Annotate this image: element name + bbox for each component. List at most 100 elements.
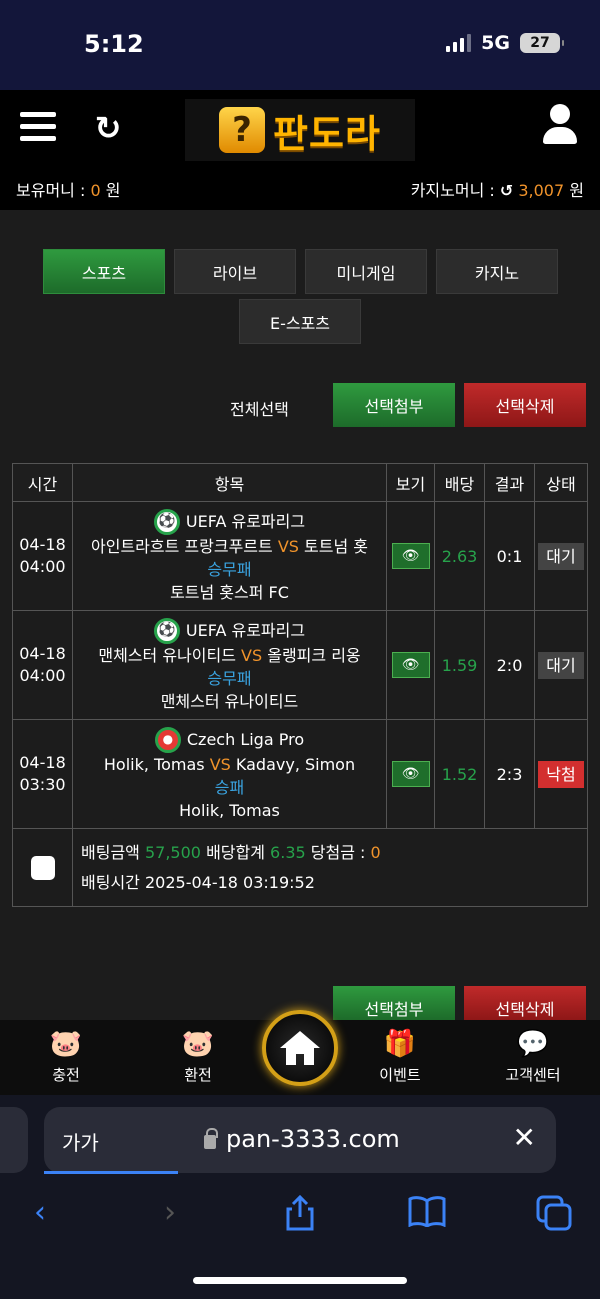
nav-event[interactable]: 🎁 이벤트 (350, 1028, 450, 1085)
vs-label: VS (241, 645, 263, 665)
odds-total-label: 배당합계 (206, 842, 265, 862)
vs-label: VS (277, 536, 299, 556)
table-row: 04-18 03:30 ● Czech Liga Pro Holik, Tomas … (12, 719, 588, 829)
eye-icon[interactable]: 👁 (391, 543, 430, 569)
bet-time: 04-18 03:30 (12, 719, 73, 829)
view-cell: 👁 (386, 501, 435, 611)
signal-icon (446, 34, 472, 52)
tab-esports[interactable]: E-스포츠 (239, 299, 361, 344)
status-cell: 대기 (534, 501, 588, 611)
bet-time-label: 배팅시간 (81, 872, 140, 892)
bet-amount-label: 배팅금액 (81, 842, 140, 862)
refresh-icon[interactable]: ↻ (90, 110, 126, 146)
lock-icon (204, 1128, 218, 1149)
odds-value: 1.59 (434, 610, 485, 720)
network-type: 5G (481, 32, 510, 54)
nav-exchange-label: 환전 (184, 1066, 212, 1084)
bet-date: 04-18 (19, 535, 66, 554)
logo-text: 판도라 (273, 111, 381, 156)
balance: 보유머니 : 0 원 (16, 177, 120, 201)
nav-event-label: 이벤트 (379, 1066, 421, 1084)
home-team: 맨체스터 유나이티드 (98, 645, 236, 665)
site-logo[interactable]: ? 판도라 (185, 99, 415, 161)
hamburger-menu-icon[interactable] (20, 112, 56, 142)
bet-hour: 04:00 (19, 557, 66, 576)
status-cell: 낙첨 (534, 719, 588, 829)
balance-label: 보유머니 : (16, 181, 86, 200)
attach-selected-button[interactable]: 선택첨부 (333, 383, 455, 427)
casino-unit: 원 (569, 181, 584, 200)
delete-selected-button-bottom[interactable]: 선택삭제 (464, 986, 586, 1020)
nav-charge-label: 충전 (52, 1066, 80, 1084)
col-view: 보기 (386, 463, 435, 502)
nav-support[interactable]: 💬 고객센터 (483, 1028, 583, 1085)
home-indicator (193, 1277, 407, 1284)
delete-selected-button[interactable]: 선택삭제 (464, 383, 586, 427)
win-label: 당첨금 : (310, 842, 366, 862)
status-indicators: 5G 27 (446, 32, 564, 54)
select-all-label[interactable]: 전체선택 (230, 396, 289, 420)
eye-icon[interactable]: 👁 (391, 761, 430, 787)
nav-exchange[interactable]: 🐷 환전 (148, 1028, 248, 1085)
address-bar[interactable]: 가가 pan-3333.com ✕ (44, 1107, 556, 1173)
bet-summary: 배팅금액 57,500 배당합계 6.35 당첨금 : 0 배팅시간 2025-… (72, 828, 588, 907)
logo-question-icon: ? (219, 107, 266, 153)
forward-icon[interactable]: › (164, 1195, 176, 1230)
league-name: UEFA 유로파리그 (185, 621, 306, 640)
pick: 맨체스터 유나이티드 (160, 691, 299, 711)
back-icon[interactable]: ‹ (34, 1195, 46, 1230)
odds-value: 1.52 (434, 719, 485, 829)
share-icon[interactable] (284, 1194, 316, 1239)
home-button[interactable] (262, 1010, 338, 1086)
close-icon[interactable]: ✕ (513, 1121, 536, 1154)
match-info: ⚽ UEFA 유로파리그 아인트라흐트 프랑크푸르트 VS 토트넘 홋 승무패 토… (72, 501, 387, 611)
away-team: 올랭피크 리옹 (267, 645, 361, 665)
money-row: 보유머니 : 0 원 카지노머니 : ↺ 3,007 원 (0, 170, 600, 210)
match-info: ⚽ UEFA 유로파리그 맨체스터 유나이티드 VS 올랭피크 리옹 승무패 맨체… (72, 610, 387, 720)
away-team: Kadavy, Simon (235, 754, 356, 774)
main-content: 스포츠 라이브 미니게임 카지노 E-스포츠 전체선택 선택첨부 선택삭제 시간… (0, 210, 600, 1020)
league-name: UEFA 유로파리그 (185, 512, 306, 531)
tab-minigame[interactable]: 미니게임 (305, 249, 427, 294)
pick: Holik, Tomas (179, 800, 280, 820)
tabs-icon[interactable] (536, 1195, 572, 1239)
table-row: 04-18 04:00 ⚽ UEFA 유로파리그 맨체스터 유나이티드 VS 올랭피… (12, 610, 588, 720)
piggy-plus-icon: 🐷 (49, 1029, 83, 1059)
bet-time: 04-18 04:00 (12, 501, 73, 611)
bet-date: 04-18 (19, 753, 66, 772)
status-badge: 대기 (538, 542, 584, 570)
site-header: ↻ ? 판도라 (0, 90, 600, 170)
status-time: 5:12 (84, 30, 144, 58)
col-result: 결과 (484, 463, 535, 502)
chat-bubble-icon: 💬 (516, 1029, 550, 1059)
status-badge: 낙첨 (538, 760, 584, 788)
summary-row: 배팅금액 57,500 배당합계 6.35 당첨금 : 0 배팅시간 2025-… (12, 828, 588, 907)
select-checkbox[interactable] (30, 855, 55, 880)
bet-time: 04-18 04:00 (12, 610, 73, 720)
match-info: ● Czech Liga Pro Holik, Tomas VS Kadavy, … (72, 719, 387, 829)
tab-sports[interactable]: 스포츠 (43, 249, 165, 294)
text-size-button[interactable]: 가가 (62, 1127, 99, 1156)
casino-refresh-icon[interactable]: ↺ (500, 181, 513, 200)
odds-value: 2.63 (434, 501, 485, 611)
home-icon (280, 1031, 320, 1065)
table-header-row: 시간 항목 보기 배당 결과 상태 (12, 463, 588, 502)
tab-casino[interactable]: 카지노 (436, 249, 558, 294)
away-team: 토트넘 홋 (304, 536, 368, 556)
tab-live[interactable]: 라이브 (174, 249, 296, 294)
home-team: 아인트라흐트 프랑크푸르트 (91, 536, 273, 556)
league-name: Czech Liga Pro (186, 730, 305, 749)
bet-hour: 03:30 (19, 775, 66, 794)
battery-icon: 27 (520, 33, 564, 53)
status-badge: 대기 (538, 651, 584, 679)
vs-label: VS (209, 754, 231, 774)
previous-tab[interactable] (0, 1107, 28, 1173)
nav-charge[interactable]: 🐷 충전 (16, 1028, 116, 1085)
col-status: 상태 (534, 463, 588, 502)
bookmarks-icon[interactable] (408, 1195, 446, 1235)
attach-selected-button-bottom[interactable]: 선택첨부 (333, 986, 455, 1020)
eye-icon[interactable]: 👁 (391, 652, 430, 678)
market-type: 승무패 (207, 559, 252, 579)
balance-value: 0 (90, 181, 101, 200)
user-icon[interactable] (542, 104, 578, 146)
